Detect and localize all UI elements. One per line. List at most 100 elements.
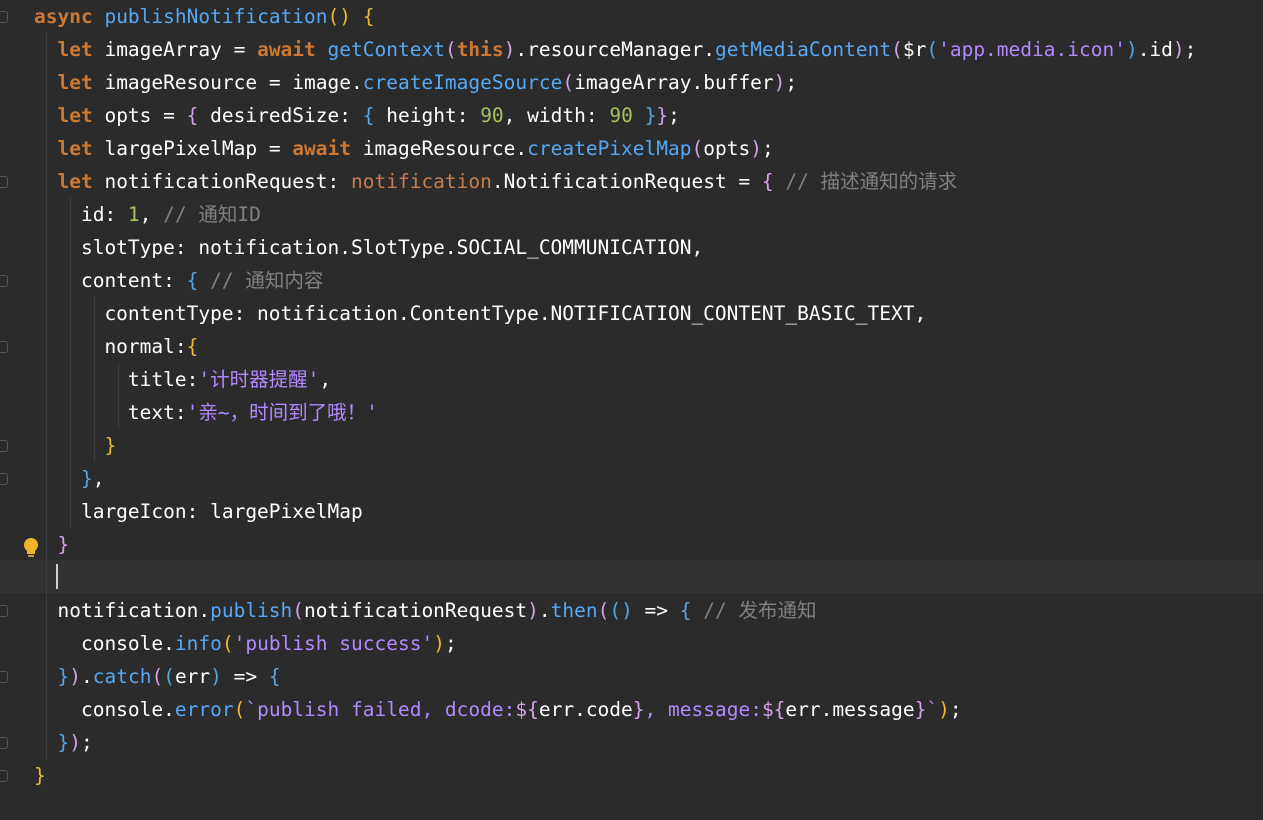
- fold-marker-icon[interactable]: [0, 605, 8, 617]
- code-token: ;: [1184, 38, 1197, 61]
- code-token: () {: [327, 5, 375, 28]
- code-line[interactable]: let largePixelMap = await imageResource.…: [34, 132, 1263, 165]
- code-token: ;: [761, 137, 774, 160]
- fold-marker-icon[interactable]: [0, 11, 8, 23]
- code-token: async: [34, 5, 105, 28]
- code-token: title:: [34, 368, 199, 391]
- code-token: createImageSource: [362, 71, 563, 94]
- code-token: (: [221, 632, 234, 655]
- code-line[interactable]: let imageResource = image.createImageSou…: [34, 66, 1263, 99]
- code-token: (: [151, 665, 164, 688]
- code-token: {: [186, 269, 199, 292]
- code-token: let: [57, 38, 105, 61]
- code-line[interactable]: });: [34, 726, 1263, 759]
- code-token: // 通知ID: [151, 203, 261, 226]
- code-token: id:: [34, 203, 128, 226]
- code-token: 1: [127, 203, 140, 226]
- code-token: let: [57, 71, 105, 94]
- code-token: slotType: notification.SlotType.SOCIAL_C…: [34, 236, 704, 259]
- code-line[interactable]: }).catch((err) => {: [34, 660, 1263, 693]
- code-token: (: [562, 71, 575, 94]
- code-line[interactable]: notification.publish(notificationRequest…: [34, 594, 1263, 627]
- code-token: }: [656, 104, 669, 127]
- code-token: `: [926, 698, 939, 721]
- code-token: // 发布通知: [691, 599, 817, 622]
- code-token: // 通知内容: [198, 269, 324, 292]
- code-line[interactable]: title:'计时器提醒',: [34, 363, 1263, 396]
- lightbulb-icon[interactable]: [22, 537, 40, 559]
- fold-marker-icon[interactable]: [0, 176, 8, 188]
- code-token: ;: [785, 71, 798, 94]
- fold-marker-icon[interactable]: [0, 671, 8, 683]
- code-line[interactable]: content: { // 通知内容: [34, 264, 1263, 297]
- fold-marker-icon[interactable]: [0, 473, 8, 485]
- code-token: {: [362, 104, 375, 127]
- code-token: error: [174, 698, 234, 721]
- code-token: let: [57, 170, 105, 193]
- code-token: ;: [949, 698, 962, 721]
- code-token: }: [914, 698, 927, 721]
- code-token: (: [292, 599, 305, 622]
- code-line[interactable]: console.info('publish success');: [34, 627, 1263, 660]
- code-token: err: [174, 665, 211, 688]
- code-token: (: [891, 38, 903, 61]
- code-token: `publish failed, dcode:: [245, 698, 516, 721]
- code-token: largePixelMap =: [104, 137, 293, 160]
- fold-marker-icon[interactable]: [0, 737, 8, 749]
- code-token: '亲~，时间到了哦！': [186, 401, 378, 424]
- code-token: {: [186, 335, 199, 358]
- fold-marker-icon[interactable]: [0, 341, 8, 353]
- code-line[interactable]: }: [34, 759, 1263, 792]
- fold-marker-icon[interactable]: [0, 440, 8, 452]
- code-token: ${: [761, 698, 786, 721]
- code-line[interactable]: text:'亲~，时间到了哦！': [34, 396, 1263, 429]
- code-token: (): [609, 599, 633, 622]
- code-token: .: [538, 599, 551, 622]
- code-line[interactable]: id: 1, // 通知ID: [34, 198, 1263, 231]
- code-line[interactable]: }: [34, 528, 1263, 561]
- code-line[interactable]: }: [34, 429, 1263, 462]
- code-line[interactable]: let opts = { desiredSize: { height: 90, …: [34, 99, 1263, 132]
- code-token: {: [186, 104, 199, 127]
- code-token: content:: [34, 269, 187, 292]
- code-token: imageResource = image.: [104, 71, 363, 94]
- code-line[interactable]: normal:{: [34, 330, 1263, 363]
- code-token: }: [57, 731, 70, 754]
- code-editor[interactable]: async publishNotification() { let imageA…: [0, 0, 1263, 820]
- code-token: ,: [319, 368, 332, 391]
- code-line[interactable]: let imageArray = await getContext(this).…: [34, 33, 1263, 66]
- code-token: ;: [668, 104, 680, 127]
- code-token: imageResource.: [362, 137, 528, 160]
- code-token: (: [444, 38, 457, 61]
- code-token: (: [233, 698, 246, 721]
- code-token: imageArray.buffer: [574, 71, 774, 94]
- code-token: ): [527, 599, 539, 622]
- code-line[interactable]: let notificationRequest: notification.No…: [34, 165, 1263, 198]
- code-line[interactable]: slotType: notification.SlotType.SOCIAL_C…: [34, 231, 1263, 264]
- code-token: getContext: [327, 38, 445, 61]
- code-token: then: [550, 599, 598, 622]
- code-line[interactable]: contentType: notification.ContentType.NO…: [34, 297, 1263, 330]
- code-token: info: [174, 632, 222, 655]
- code-token: ): [503, 38, 516, 61]
- gutter: [0, 0, 26, 820]
- fold-marker-icon[interactable]: [0, 770, 8, 782]
- code-line[interactable]: console.error(`publish failed, dcode:${e…: [34, 693, 1263, 726]
- code-token: ): [210, 665, 222, 688]
- code-line[interactable]: [34, 561, 1263, 594]
- code-line[interactable]: async publishNotification() {: [34, 0, 1263, 33]
- code-token: height:: [374, 104, 481, 127]
- code-token: err.code: [538, 698, 633, 721]
- code-token: .NotificationRequest =: [491, 170, 762, 193]
- code-line[interactable]: },: [34, 462, 1263, 495]
- code-token: {: [268, 665, 281, 688]
- code-token: publish: [210, 599, 293, 622]
- code-line[interactable]: largeIcon: largePixelMap: [34, 495, 1263, 528]
- fold-marker-icon[interactable]: [0, 275, 8, 287]
